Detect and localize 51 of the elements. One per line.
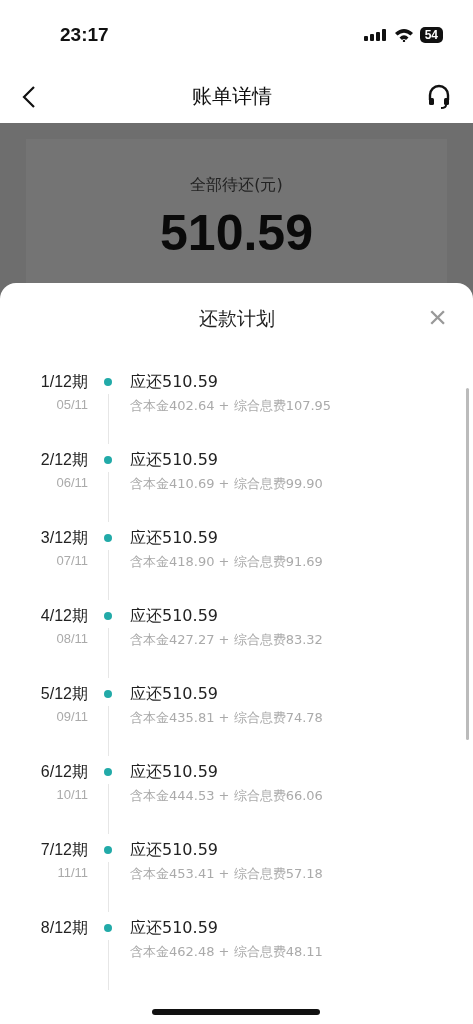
- amount-detail: 含本金410.69 + 综合息费99.90: [130, 475, 324, 493]
- due-amount: 应还510.59: [130, 761, 219, 783]
- period-label: 7/12期: [40, 840, 88, 860]
- status-time: 23:17: [60, 24, 109, 46]
- amount-detail: 含本金427.27 + 综合息费83.32: [130, 631, 324, 649]
- period-label: 2/12期: [40, 450, 88, 470]
- due-date: 07/11: [56, 553, 88, 568]
- wifi-icon: [393, 28, 414, 42]
- due-date: 09/11: [56, 709, 88, 724]
- period-label: 3/12期: [40, 528, 88, 548]
- due-date: 08/11: [56, 631, 88, 646]
- due-date: 11/11: [57, 865, 88, 880]
- due-amount: 应还510.59: [130, 527, 219, 549]
- due-amount: 应还510.59: [130, 839, 219, 861]
- signal-icon: [363, 29, 388, 41]
- headset-icon[interactable]: [427, 83, 451, 110]
- battery-icon: 54: [419, 27, 443, 43]
- back-icon[interactable]: [22, 84, 36, 109]
- timeline-dot: [104, 534, 112, 542]
- due-amount: 应还510.59: [130, 371, 219, 393]
- amount-detail: 含本金462.48 + 综合息费48.11: [130, 943, 324, 961]
- summary-amount: 510.59: [160, 204, 313, 262]
- timeline-dot: [104, 612, 112, 620]
- amount-detail: 含本金402.64 + 综合息费107.95: [130, 397, 333, 415]
- amount-detail: 含本金444.53 + 综合息费66.06: [130, 787, 324, 805]
- timeline-dot: [104, 456, 112, 464]
- amount-detail: 含本金418.90 + 综合息费91.69: [130, 553, 324, 571]
- due-amount: 应还510.59: [130, 449, 219, 471]
- due-amount: 应还510.59: [130, 605, 219, 627]
- amount-detail: 含本金435.81 + 综合息费74.78: [130, 709, 324, 727]
- period-label: 4/12期: [40, 606, 88, 626]
- close-button[interactable]: ×: [424, 301, 451, 333]
- period-label: 8/12期: [40, 918, 88, 938]
- page-title: 账单详情: [191, 83, 272, 110]
- summary-label: 全部待还(元): [190, 175, 283, 196]
- due-amount: 应还510.59: [130, 917, 219, 939]
- due-date: 06/11: [56, 475, 88, 490]
- period-label: 1/12期: [40, 372, 88, 392]
- timeline-dot: [104, 924, 112, 932]
- timeline-dot: [104, 378, 112, 386]
- timeline-dot: [104, 768, 112, 776]
- due-date: 05/11: [56, 397, 88, 412]
- sheet-title: 还款计划: [198, 306, 275, 331]
- period-label: 5/12期: [40, 684, 88, 704]
- timeline-dot: [104, 690, 112, 698]
- period-label: 6/12期: [40, 762, 88, 782]
- due-date: 10/11: [56, 787, 88, 802]
- due-amount: 应还510.59: [130, 683, 219, 705]
- scrollbar[interactable]: [466, 388, 469, 740]
- amount-detail: 含本金453.41 + 综合息费57.18: [130, 865, 324, 883]
- timeline-dot: [104, 846, 112, 854]
